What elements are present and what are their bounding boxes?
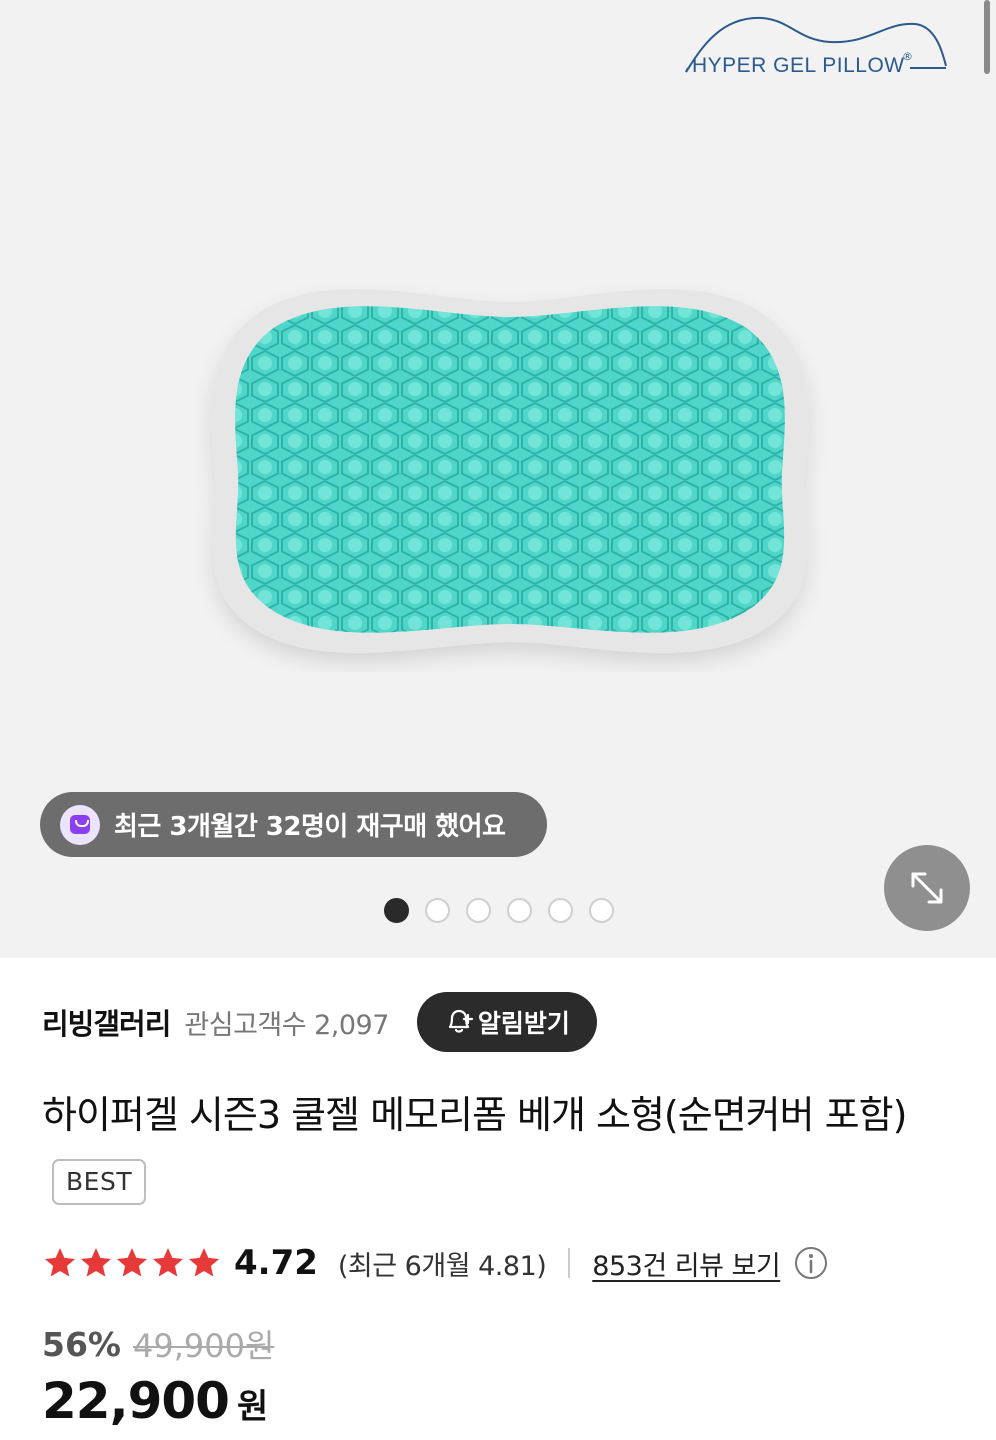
- seller-name[interactable]: 리빙갤러리: [42, 1001, 171, 1043]
- brand-logo-text: HYPER GEL PILLOW: [692, 54, 905, 77]
- review-link[interactable]: 853건 리뷰 보기: [592, 1244, 780, 1283]
- follower-info: 관심고객수 2,097: [184, 1003, 389, 1042]
- recent-rating: (최근 6개월 4.81): [337, 1250, 547, 1282]
- star-icon: [189, 1248, 219, 1277]
- alarm-subscribe-button[interactable]: 알림받기: [416, 992, 597, 1052]
- star-icon: [81, 1248, 111, 1277]
- pagination-dot[interactable]: [384, 898, 409, 923]
- star-icon: [117, 1248, 147, 1277]
- scrollbar[interactable]: [984, 0, 990, 74]
- expand-image-button[interactable]: [884, 845, 970, 931]
- shopping-bag-icon: [60, 804, 100, 845]
- repurchase-banner: 최근 3개월간 32명이 재구매 했어요: [40, 792, 547, 857]
- pagination-dot[interactable]: [507, 898, 532, 923]
- currency-unit: 원: [236, 1387, 269, 1427]
- product-image-gallery[interactable]: HYPER GEL PILLOW ® 최근 3개월간 32명이 재구매 했어요: [0, 0, 996, 958]
- pagination-dot[interactable]: [466, 898, 491, 923]
- alarm-label: 알림받기: [477, 1009, 570, 1038]
- follower-count: 2,097: [314, 1009, 389, 1041]
- rating-score: 4.72: [234, 1243, 318, 1283]
- pagination-dot[interactable]: [548, 898, 573, 923]
- star-icon: [153, 1248, 183, 1277]
- price-row: 22,900 원: [42, 1372, 268, 1438]
- pagination-dot[interactable]: [425, 898, 450, 923]
- pagination-dot[interactable]: [589, 898, 614, 923]
- gallery-pagination: [384, 898, 614, 923]
- pillow-product-image: [211, 289, 809, 653]
- info-icon[interactable]: [794, 1246, 828, 1280]
- bell-plus-icon: [448, 1009, 473, 1033]
- repurchase-text: 최근 3개월간 32명이 재구매 했어요: [114, 812, 506, 842]
- registered-mark: ®: [902, 50, 913, 63]
- rating-row: 4.72 (최근 6개월 4.81) 853건 리뷰 보기: [42, 1238, 962, 1288]
- product-title: 하이퍼겔 시즌3 쿨젤 메모리폼 베개 소형(순면커버 포함): [42, 1093, 907, 1137]
- original-price: 49,900원: [133, 1327, 275, 1365]
- product-title-block: 하이퍼겔 시즌3 쿨젤 메모리폼 베개 소형(순면커버 포함) BEST: [42, 1082, 952, 1214]
- star-rating: [42, 1245, 222, 1281]
- follower-label: 관심고객수: [184, 1009, 307, 1041]
- discount-rate: 56%: [42, 1324, 121, 1364]
- expand-arrows-icon: [911, 872, 943, 904]
- discount-row: 56% 49,900원: [42, 1320, 274, 1368]
- seller-row: 리빙갤러리 관심고객수 2,097 알림받기: [42, 992, 962, 1052]
- sale-price: 22,900: [42, 1372, 230, 1430]
- star-icon: [45, 1248, 75, 1277]
- divider: [568, 1248, 571, 1278]
- brand-logo: HYPER GEL PILLOW ®: [680, 10, 950, 90]
- best-badge: BEST: [52, 1159, 147, 1205]
